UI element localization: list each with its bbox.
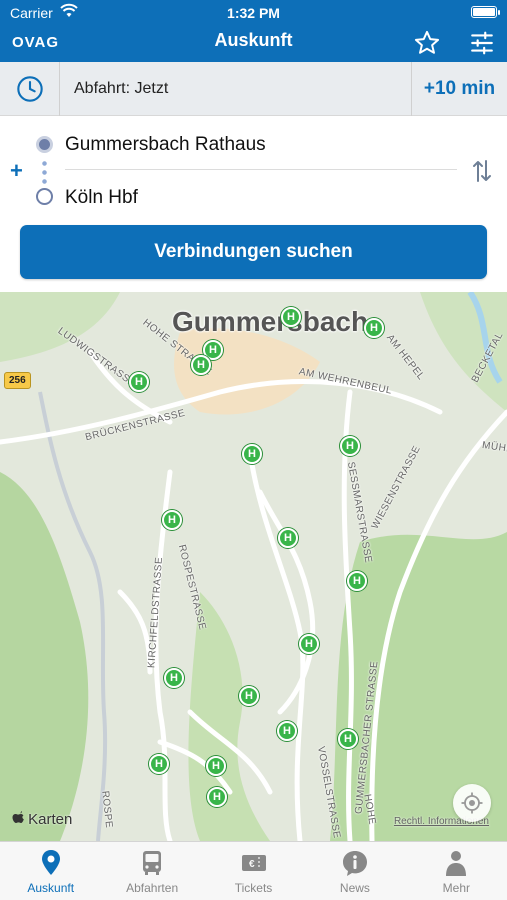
tab-label: News	[339, 881, 370, 895]
field-divider	[65, 169, 457, 170]
apple-logo-icon	[12, 811, 24, 823]
bus-stop-marker[interactable]: H	[277, 721, 297, 741]
bus-stop-marker[interactable]: H	[281, 307, 301, 327]
bus-stop-marker[interactable]: H	[149, 754, 169, 774]
bus-stop-marker[interactable]: H	[206, 756, 226, 776]
bus-stop-marker[interactable]: H	[164, 668, 184, 688]
tab-abfahrten[interactable]: Abfahrten	[101, 842, 202, 900]
bus-stop-marker[interactable]: H	[347, 571, 367, 591]
bus-stop-marker[interactable]: H	[242, 444, 262, 464]
road-number-shield: 256	[4, 372, 31, 389]
person-icon	[446, 851, 467, 876]
map-view[interactable]: Gummersbach 256 Hohe Straße Ludwigstraße…	[0, 292, 507, 841]
bus-stop-marker[interactable]: H	[191, 355, 211, 375]
map-attribution: Karten	[12, 811, 72, 828]
svg-text:€: €	[249, 859, 255, 870]
map-place-label: Gummersbach	[172, 306, 369, 337]
bus-stop-marker[interactable]: H	[162, 510, 182, 530]
settings-sliders-icon[interactable]	[469, 30, 495, 56]
origin-field[interactable]: Gummersbach Rathaus	[65, 134, 266, 156]
crosshair-icon	[461, 792, 483, 814]
origin-marker-icon	[36, 136, 53, 153]
tab-label: Auskunft	[27, 881, 75, 895]
bus-icon	[143, 851, 162, 875]
bus-stop-marker[interactable]: H	[239, 686, 259, 706]
favorite-star-icon[interactable]	[413, 29, 441, 57]
destination-marker-icon	[36, 188, 53, 205]
bus-stop-marker[interactable]: H	[299, 634, 319, 654]
destination-field[interactable]: Köln Hbf	[65, 187, 138, 209]
bus-stop-marker[interactable]: H	[129, 372, 149, 392]
route-search-panel: + Gummersbach Rathaus Köln Hbf Verbindun…	[0, 116, 507, 292]
swap-arrows-icon[interactable]	[471, 158, 493, 184]
time-selector: Abfahrt: Jetzt +10 min	[0, 62, 507, 116]
clock-button[interactable]	[0, 62, 60, 116]
location-pin-icon	[41, 850, 60, 875]
route-dots	[42, 159, 47, 187]
bus-stop-marker[interactable]: H	[364, 318, 384, 338]
add-via-button[interactable]: +	[10, 158, 23, 184]
tab-auskunft[interactable]: Auskunft	[0, 842, 101, 900]
map-terrain	[0, 292, 507, 841]
info-icon	[342, 851, 367, 876]
bus-stop-marker[interactable]: H	[207, 787, 227, 807]
status-bar: Carrier 1:32 PM	[0, 0, 507, 24]
tab-label: Abfahrten	[126, 881, 179, 895]
tab-tickets[interactable]: € Tickets	[203, 842, 304, 900]
bus-stop-marker[interactable]: H	[340, 436, 360, 456]
bus-stop-marker[interactable]: H	[338, 729, 358, 749]
tab-mehr[interactable]: Mehr	[406, 842, 507, 900]
tab-label: Mehr	[442, 881, 470, 895]
battery-icon	[471, 6, 500, 18]
clock-icon	[16, 76, 43, 102]
tab-bar: Auskunft Abfahrten € Tickets News Mehr	[0, 841, 507, 900]
ticket-icon: €	[241, 855, 266, 871]
locate-me-button[interactable]	[453, 784, 491, 822]
plus-ten-min-button[interactable]: +10 min	[411, 62, 507, 116]
nav-bar: OVAG Auskunft	[0, 24, 507, 62]
search-connections-button[interactable]: Verbindungen suchen	[20, 225, 487, 279]
bus-stop-marker[interactable]: H	[278, 528, 298, 548]
map-attribution-text: Karten	[28, 811, 73, 828]
tab-news[interactable]: News	[304, 842, 405, 900]
clock-time: 1:32 PM	[227, 5, 280, 21]
tab-label: Tickets	[234, 881, 273, 895]
departure-time-field[interactable]: Abfahrt: Jetzt	[74, 80, 168, 98]
